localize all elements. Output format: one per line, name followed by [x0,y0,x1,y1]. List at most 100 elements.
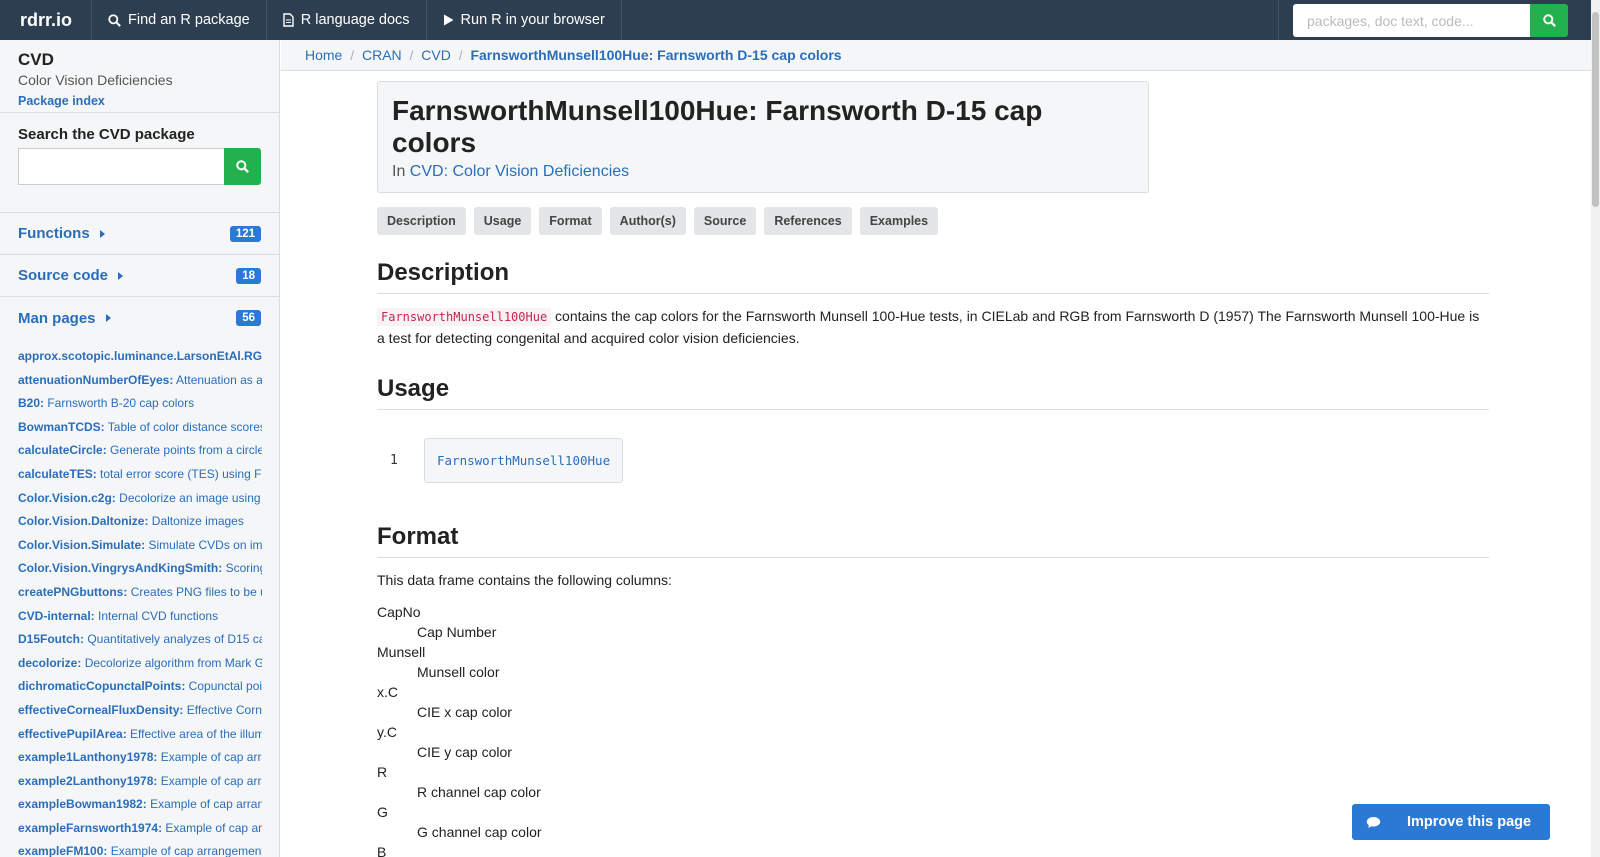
man-page-desc: Internal CVD functions [94,608,219,623]
man-page-item[interactable]: example2Lanthony1978: Example of cap arr… [18,772,262,796]
package-search: Search the CVD package [0,113,279,213]
man-page-name[interactable]: exampleFarnsworth1974: [18,821,162,835]
count-badge: 18 [236,267,261,284]
man-page-item[interactable]: Color.Vision.Daltonize: Daltonize images [18,512,262,536]
man-page-name[interactable]: Color.Vision.Simulate: [18,538,145,552]
scrollbar-thumb[interactable] [1592,12,1599,207]
description-section: Description FarnsworthMunsell100Hue cont… [377,259,1489,349]
tab-description[interactable]: Description [377,207,466,235]
man-page-name[interactable]: B20: [18,396,44,410]
man-page-name[interactable]: effectivePupilArea: [18,727,127,741]
man-page-name[interactable]: BowmanTCDS: [18,420,105,434]
man-page-item[interactable]: dichromaticCopunctalPoints: Copunctal po… [18,677,262,701]
man-page-name[interactable]: CVD-internal: [18,609,95,623]
man-page-desc: Example of cap arrangement [150,797,262,812]
nav-search-input[interactable] [1293,4,1531,37]
man-page-name[interactable]: exampleFM100: [18,844,107,857]
sidebar-section-source-code[interactable]: Source code 18 [0,255,279,297]
breadcrumb-home[interactable]: Home [305,47,342,63]
breadcrumb: Home / CRAN / CVD / FarnsworthMunsell100… [281,40,1591,71]
man-page-item[interactable]: exampleFM100: Example of cap arrangement [18,842,262,857]
search-icon [108,13,121,27]
tab-source[interactable]: Source [693,207,757,235]
package-search-button[interactable] [224,148,261,185]
section-label: Man pages [18,309,96,327]
column-term: B [377,844,387,857]
man-page-name[interactable]: example1Lanthony1978: [18,750,157,764]
package-search-title: Search the CVD package [18,126,195,143]
tab-references[interactable]: References [764,207,852,235]
man-page-name[interactable]: effectiveCornealFluxDensity: [18,703,183,717]
man-page-item[interactable]: Color.Vision.VingrysAndKingSmith: Scorin… [18,559,262,583]
tab-examples[interactable]: Examples [859,207,939,235]
man-page-desc: Quantitatively analyzes of D15 caps [84,632,262,647]
format-intro: This data frame contains the following c… [377,572,672,588]
nav-item-label: Run R in your browser [460,12,605,28]
man-page-item[interactable]: calculateCircle: Generate points from a … [18,441,262,465]
package-link[interactable]: CVD: Color Vision Deficiencies [410,163,629,180]
man-page-item[interactable]: Color.Vision.c2g: Decolorize an image us… [18,489,262,513]
nav-find-package[interactable]: Find an R package [92,0,267,40]
search-icon [1542,14,1556,27]
man-page-item[interactable]: B20: Farnsworth B-20 cap colors [18,394,262,418]
nav-search-button[interactable] [1530,4,1568,37]
breadcrumb-cvd[interactable]: CVD [421,47,451,63]
man-page-item[interactable]: example1Lanthony1978: Example of cap arr… [18,748,262,772]
man-page-name[interactable]: createPNGbuttons: [18,585,127,599]
man-page-item[interactable]: Color.Vision.Simulate: Simulate CVDs on … [18,536,262,560]
man-page-item[interactable]: calculateTES: total error score (TES) us… [18,465,262,489]
sidebar-section-man-pages[interactable]: Man pages 56 [0,297,279,339]
nav-r-docs[interactable]: R language docs [267,0,427,40]
tab-authors[interactable]: Author(s) [609,207,686,235]
nav-run-r[interactable]: Run R in your browser [427,0,622,40]
format-heading: Format [377,523,1489,558]
man-page-item[interactable]: effectivePupilArea: Effective area of th… [18,725,262,749]
tab-usage[interactable]: Usage [473,207,532,235]
man-page-name[interactable]: attenuationNumberOfEyes: [18,373,173,387]
man-page-name[interactable]: example2Lanthony1978: [18,774,157,788]
man-page-name[interactable]: calculateTES: [18,467,97,481]
man-page-name[interactable]: D15Foutch: [18,632,84,646]
breadcrumb-separator: / [409,47,414,63]
caret-right-icon [118,271,124,280]
column-definition: G channel cap color [417,824,542,840]
man-page-item[interactable]: decolorize: Decolorize algorithm from Ma… [18,654,262,678]
column-term: y.C [377,724,397,740]
format-section: Format This data frame contains the foll… [377,523,1489,857]
man-page-name[interactable]: Color.Vision.VingrysAndKingSmith: [18,561,222,575]
nav-item-label: Find an R package [128,12,250,28]
brand-logo[interactable]: rdrr.io [0,0,92,40]
column-definition: R channel cap color [417,784,541,800]
man-page-item[interactable]: exampleBowman1982: Example of cap arrang… [18,795,262,819]
man-page-item[interactable]: attenuationNumberOfEyes: Attenuation as … [18,371,262,395]
page-title: FarnsworthMunsell100Hue: Farnsworth D-15… [392,95,1043,158]
man-page-name[interactable]: Color.Vision.c2g: [18,491,116,505]
section-label: Source code [18,267,109,284]
man-page-item[interactable]: CVD-internal: Internal CVD functions [18,607,262,631]
breadcrumb-cran[interactable]: CRAN [362,47,402,63]
man-page-desc: Generate points from a circle [106,443,262,458]
tab-format[interactable]: Format [539,207,602,235]
column-term: CapNo [377,604,421,620]
improve-page-button[interactable]: Improve this page [1352,804,1550,840]
man-page-name[interactable]: Color.Vision.Daltonize: [18,514,148,528]
sidebar-section-functions[interactable]: Functions 121 [0,213,279,255]
man-page-item[interactable]: createPNGbuttons: Creates PNG files to b… [18,583,262,607]
package-search-input[interactable] [18,148,225,185]
man-page-item[interactable]: BowmanTCDS: Table of color distance scor… [18,418,262,442]
man-page-name[interactable]: exampleBowman1982: [18,797,147,811]
man-page-item[interactable]: effectiveCornealFluxDensity: Effective C… [18,701,262,725]
man-page-name[interactable]: dichromaticCopunctalPoints: [18,679,185,693]
man-page-item[interactable]: exampleFarnsworth1974: Example of cap ar… [18,819,262,843]
man-page-item[interactable]: D15Foutch: Quantitatively analyzes of D1… [18,630,262,654]
man-page-name[interactable]: approx.scotopic.luminance.LarsonEtAl.RGB… [18,349,262,363]
package-index-link[interactable]: Package index [18,94,105,108]
section-label: Functions [18,225,90,242]
column-term: Munsell [377,644,426,660]
man-page-desc: Example of cap arrangement [160,773,262,788]
man-page-name[interactable]: calculateCircle: [18,443,107,457]
page-subtitle: In CVD: Color Vision Deficiencies [392,163,1134,181]
man-page-name[interactable]: decolorize: [18,656,81,670]
breadcrumb-current[interactable]: FarnsworthMunsell100Hue: Farnsworth D-15… [470,47,841,63]
man-page-item[interactable]: approx.scotopic.luminance.LarsonEtAl.RGB… [18,347,262,371]
